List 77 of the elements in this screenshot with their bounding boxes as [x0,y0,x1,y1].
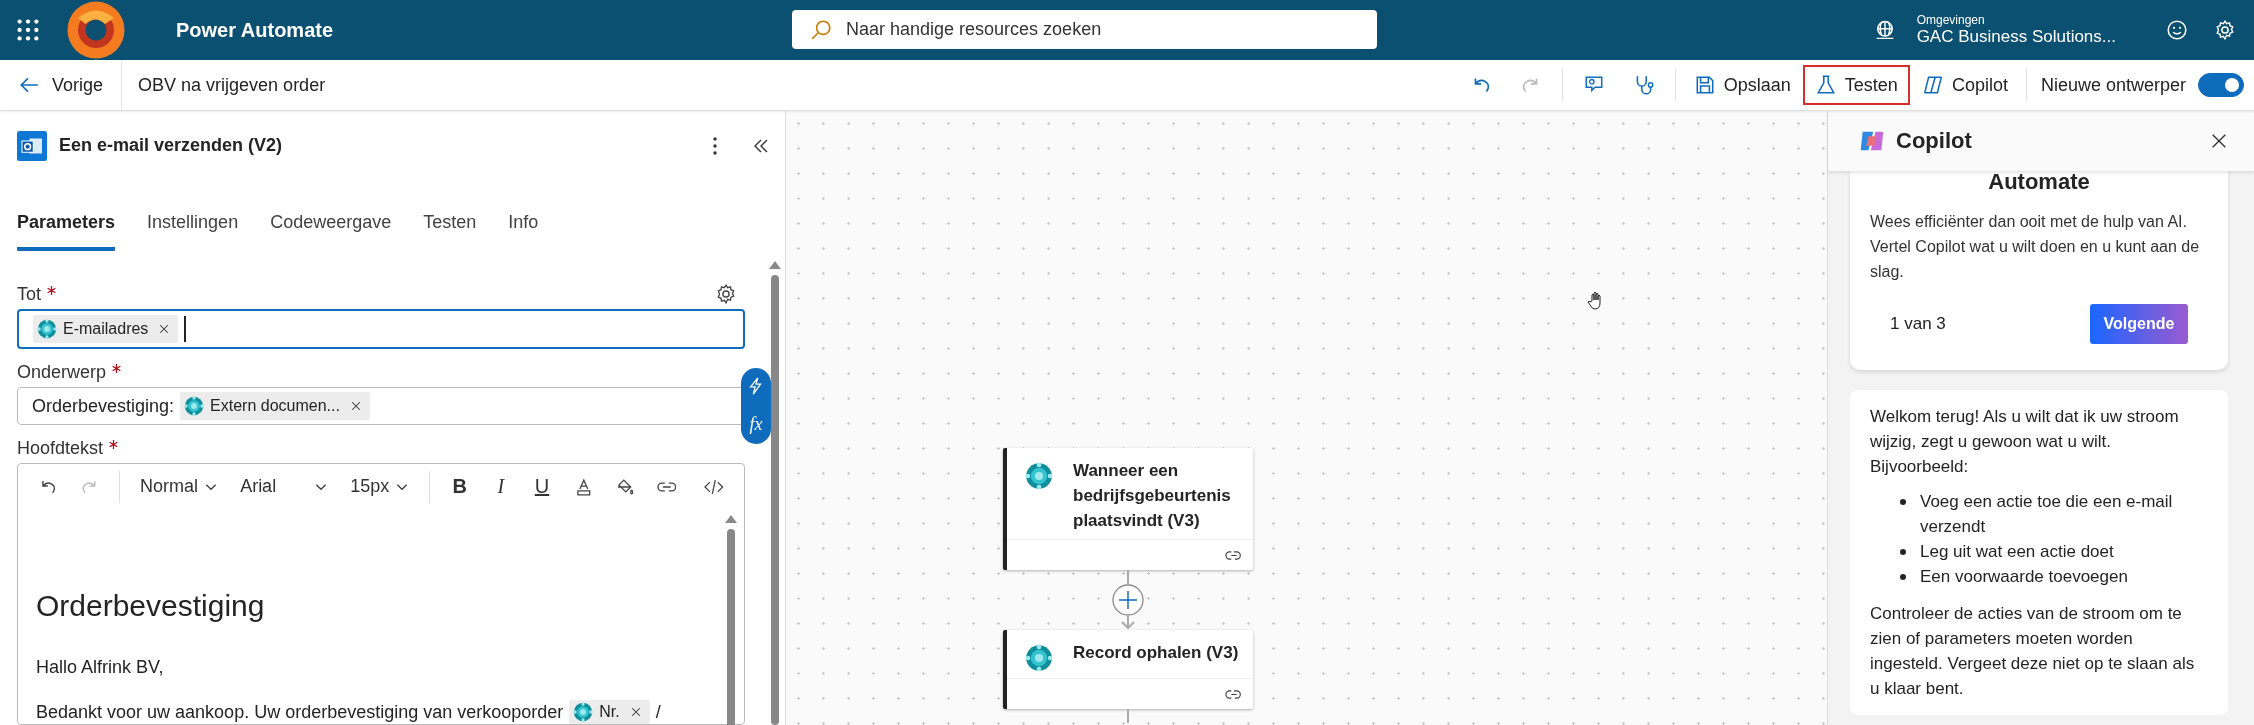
scrollbar-thumb[interactable] [727,529,735,725]
field-label: Onderwerp [17,361,107,383]
page-counter: 1 van 3 [1890,314,1946,334]
app-launcher-icon[interactable] [16,18,40,42]
suggestion-item: Een voorwaarde toevoegen [1920,566,2128,588]
action-title: Een e-mail verzenden (V2) [59,135,283,156]
bullet-icon [1900,549,1906,555]
panel-tab[interactable]: Instellingen [147,212,239,251]
dataverse-icon [1025,462,1053,490]
copilot-icon [1921,74,1944,96]
underline-button[interactable]: U [524,474,560,499]
token-chip[interactable]: E-mailadres [33,315,179,343]
flow-step-card[interactable]: Wanneer een bedrijfsgebeurtenis plaatsvindt (V3) [1003,448,1253,570]
link-icon [1225,548,1243,562]
style-dropdown[interactable]: Normal [132,476,227,497]
token-chip[interactable]: Extern documen... [180,392,370,420]
environment-name[interactable]: GAC Business Solutions... [1916,27,2116,47]
token-chip[interactable]: Nr. [569,700,650,724]
step-title: Wanneer een bedrijfsgebeurtenis plaatsvindt (V3) [1073,460,1232,532]
search-icon [810,18,832,41]
flow-step-card[interactable]: Record ophalen (V3) [1003,630,1253,709]
bold-button[interactable]: B [442,474,478,499]
remove-icon[interactable] [629,706,642,718]
size-dropdown[interactable]: 15px [342,476,418,497]
italic-button[interactable]: I [483,474,519,499]
save-button[interactable]: Opslaan [1681,65,1803,105]
field-label: Tot [17,283,41,305]
next-button[interactable]: Volgende [2090,304,2188,344]
card-text: Wees efficiënter dan ooit met de hulp van AI. Vertel Copilot wat u wilt doen en u kunt aan de slag. [1870,212,2201,282]
remove-icon[interactable] [349,400,362,412]
settings-icon[interactable] [715,283,737,305]
search-field[interactable]: Naar handige resources zoeken [792,10,1377,49]
app-name: Power Automate [176,18,334,42]
copilot-title: Copilot [1896,128,1972,154]
dataverse-icon [1025,644,1053,672]
smiley-icon[interactable] [2166,19,2188,41]
dataverse-icon [573,702,594,722]
bullet-icon [1900,574,1906,580]
message-text: Controleer de acties van de stroom om te zien of parameters moeten worden ingesteld. Vergeet deze niet op te slaan als u klaar bent. [1870,603,2196,700]
field-label: Hoofdtekst [17,437,104,459]
toggle-switch[interactable] [2198,73,2244,97]
suggestion-item: Leg uit wat een actie doet [1920,541,2114,563]
panel-tab[interactable]: Testen [423,212,477,251]
panel-tab[interactable]: Info [508,212,539,251]
scrollbar-thumb[interactable] [771,275,779,725]
connector-arrow [1120,616,1136,630]
body-text: Bedankt voor uw aankoop. Uw orderbevestiging van verkooporder [36,701,564,723]
bullet-icon [1900,499,1906,505]
body-text: / [655,701,661,723]
panel-tab[interactable]: Parameters [17,212,116,251]
link-icon [1225,687,1243,701]
flow-name: OBV na vrijgeven order [138,74,326,96]
settings-icon[interactable] [2214,19,2236,41]
body-heading: Orderbevestiging [36,589,266,623]
panel-tab[interactable]: Codeweergave [270,212,392,251]
expression-button[interactable]: fx [749,413,763,435]
body-greeting: Hallo Alfrink BV, [36,657,165,678]
close-icon[interactable] [2210,132,2228,150]
environment-label: Omgevingen [1916,13,1986,27]
suggestion-item: Voeg een actie toe die een e-mail verzendt [1920,491,2174,538]
add-step-button[interactable] [1112,584,1144,616]
back-button[interactable]: Vorige [0,60,123,110]
outlook-icon [17,130,47,161]
dataverse-icon [37,319,57,339]
test-button[interactable]: Testen [1802,65,1910,105]
more-options-icon[interactable] [711,135,719,156]
search-input[interactable]: Naar handige resources zoeken [844,18,1377,41]
dataverse-icon [184,396,205,416]
message-text: Welkom terug! Als u wilt dat ik uw stroom wijzig, zegt u gewoon wat u wilt. Bijvoorbeeld: [1870,406,2180,478]
input-field[interactable]: E-mailadres [17,309,745,349]
toggle-label: Nieuwe ontwerper [2040,74,2186,96]
remove-icon[interactable] [158,323,171,335]
rich-text-editor[interactable]: Normal Arial 15px B I U Orderbevestiging Hallo Alfrink BV, Bedankt voor uw aankoop. Uw orderbevestiging van verkooporder Nr. / [17,463,745,725]
card-title: Automate [1987,169,2091,195]
font-dropdown[interactable]: Arial [232,476,337,497]
copilot-button[interactable]: Copilot [1909,65,2020,105]
step-title: Record ophalen (V3) [1073,642,1239,664]
